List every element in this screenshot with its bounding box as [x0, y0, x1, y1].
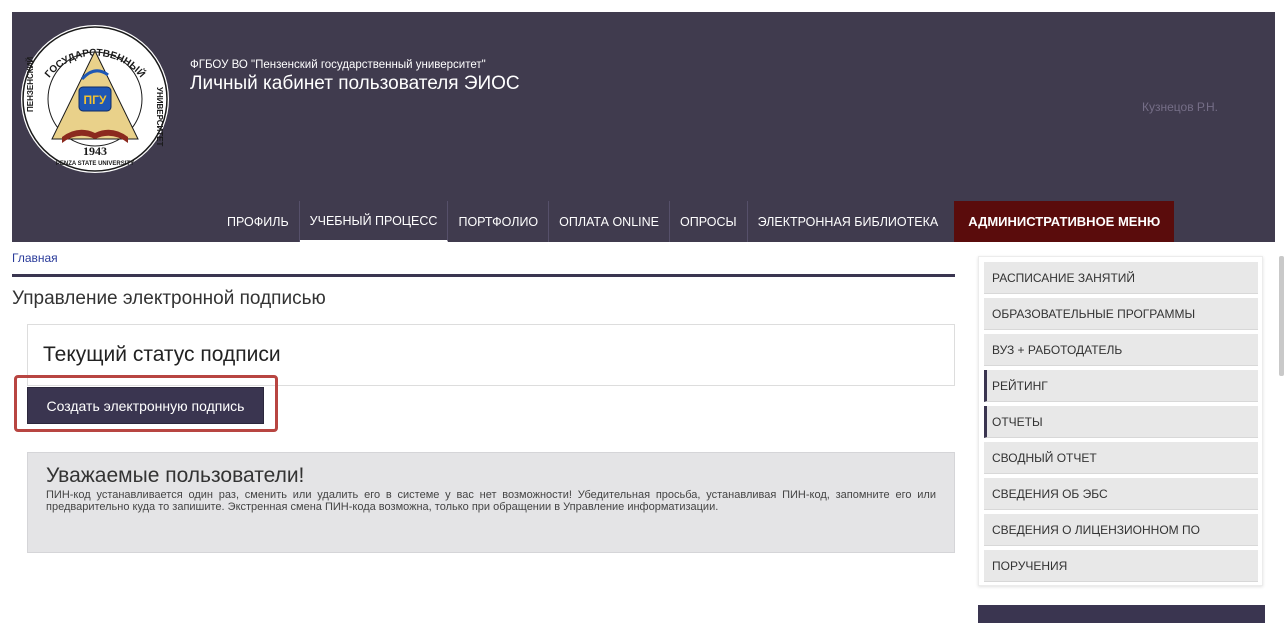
side-item-university-employer[interactable]: ВУЗ + РАБОТОДАТЕЛЬ	[984, 334, 1258, 366]
svg-text:ПГУ: ПГУ	[84, 93, 107, 107]
svg-text:ПЕНЗЕНСКИЙ: ПЕНЗЕНСКИЙ	[26, 57, 35, 112]
nav-item-e-library[interactable]: ЭЛЕКТРОННАЯ БИБЛИОТЕКА	[748, 201, 949, 242]
side-item-edu-programs[interactable]: ОБРАЗОВАТЕЛЬНЫЕ ПРОГРАММЫ	[984, 298, 1258, 330]
main-nav: ПРОФИЛЬ УЧЕБНЫЙ ПРОЦЕСС ПОРТФОЛИО ОПЛАТА…	[217, 201, 1175, 242]
side-item-schedule[interactable]: РАСПИСАНИЕ ЗАНЯТИЙ	[984, 262, 1258, 294]
side-item-summary-report[interactable]: СВОДНЫЙ ОТЧЕТ	[984, 442, 1258, 474]
cabinet-title: Личный кабинет пользователя ЭИОС	[190, 73, 520, 94]
nav-item-surveys[interactable]: ОПРОСЫ	[670, 201, 748, 242]
nav-item-profile[interactable]: ПРОФИЛЬ	[217, 201, 300, 242]
signature-status-title: Текущий статус подписи	[43, 343, 281, 366]
pin-notice-panel: Уважаемые пользователи! ПИН-код устанавл…	[27, 452, 955, 553]
side-item-rating[interactable]: РЕЙТИНГ	[984, 370, 1258, 402]
side-item-licensed-software[interactable]: СВЕДЕНИЯ О ЛИЦЕНЗИОННОМ ПО	[984, 514, 1258, 546]
page-scrollbar[interactable]	[1279, 256, 1284, 376]
university-name: ФГБОУ ВО "Пензенский государственный уни…	[190, 59, 486, 71]
nav-item-payment-online[interactable]: ОПЛАТА ONLINE	[549, 201, 670, 242]
svg-text:УНИВЕРСИТЕТ: УНИВЕРСИТЕТ	[155, 87, 164, 147]
site-header: ГОСУДАРСТВЕННЫЙ ПЕНЗЕНСКИЙ УНИВЕРСИТЕТ П…	[12, 12, 1275, 242]
top-strip	[0, 0, 1285, 12]
nav-item-study-process[interactable]: УЧЕБНЫЙ ПРОЦЕСС	[299, 201, 449, 242]
side-item-ebs-info[interactable]: СВЕДЕНИЯ ОБ ЭБС	[984, 478, 1258, 510]
title-divider	[12, 274, 955, 277]
nav-item-admin-menu[interactable]: АДМИНИСТРАТИВНОЕ МЕНЮ	[954, 201, 1175, 242]
breadcrumb-home-link[interactable]: Главная	[12, 251, 58, 265]
svg-text:1943: 1943	[83, 144, 107, 158]
notice-title: Уважаемые пользователи!	[46, 464, 305, 487]
side-menu: РАСПИСАНИЕ ЗАНЯТИЙ ОБРАЗОВАТЕЛЬНЫЕ ПРОГР…	[978, 256, 1263, 586]
svg-text:PENZA STATE UNIVERSITY: PENZA STATE UNIVERSITY	[56, 161, 134, 167]
side-item-assignments[interactable]: ПОРУЧЕНИЯ	[984, 550, 1258, 582]
side-item-reports[interactable]: ОТЧЕТЫ	[984, 406, 1258, 438]
nav-item-portfolio[interactable]: ПОРТФОЛИО	[448, 201, 550, 242]
side-panel-bottom	[978, 605, 1265, 623]
user-name-link[interactable]: Кузнецов Р.Н.	[1142, 100, 1218, 114]
university-logo[interactable]: ГОСУДАРСТВЕННЫЙ ПЕНЗЕНСКИЙ УНИВЕРСИТЕТ П…	[16, 17, 174, 177]
notice-text: ПИН-код устанавливается один раз, сменит…	[46, 489, 936, 513]
page-title: Управление электронной подписью	[12, 288, 326, 309]
create-signature-button[interactable]: Создать электронную подпись	[27, 387, 264, 424]
